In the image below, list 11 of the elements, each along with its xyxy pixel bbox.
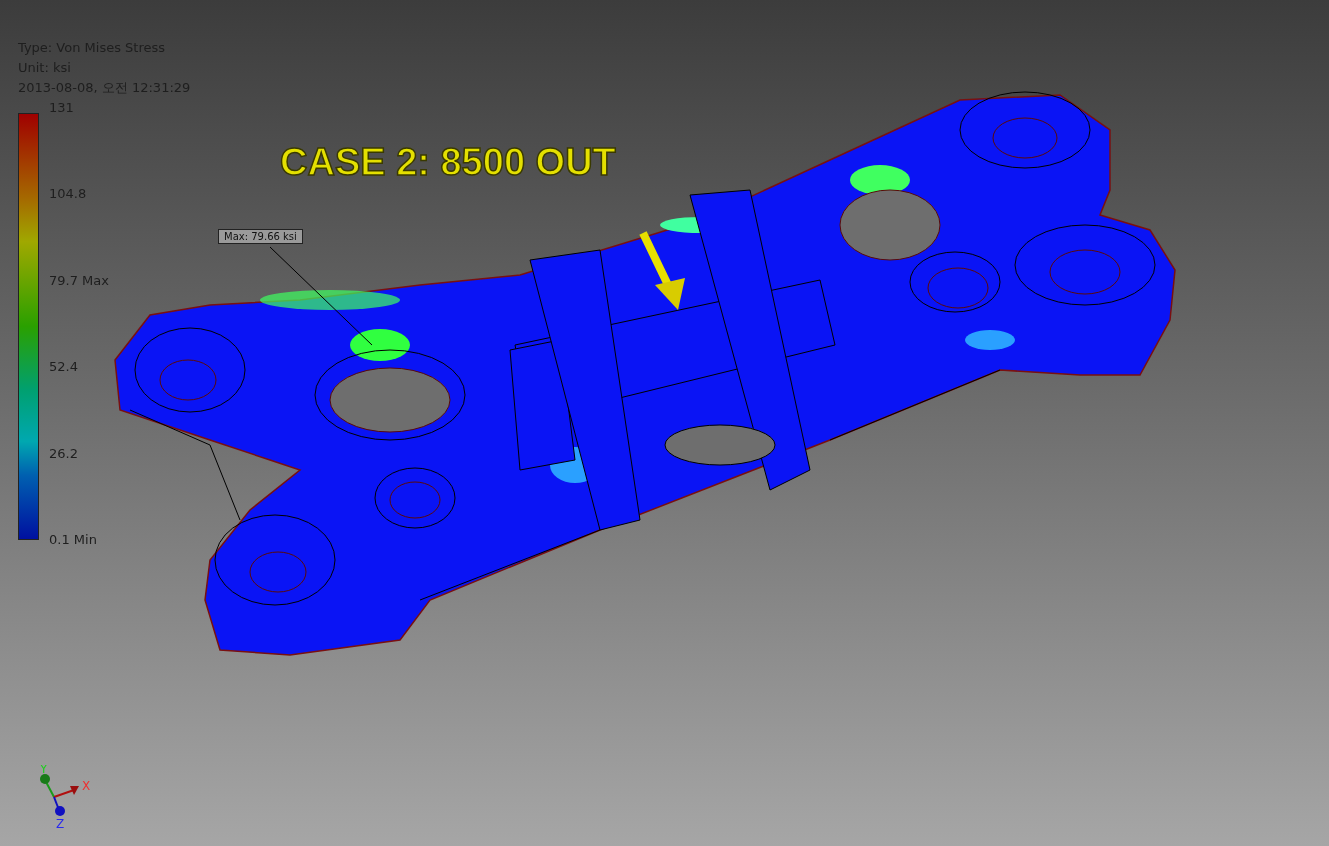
axis-label: X <box>82 779 91 793</box>
max-probe-label: Max: 79.66 ksi <box>218 229 303 244</box>
scale-label: 0.1 Min <box>49 531 98 548</box>
axis-triad-icon <box>40 774 79 816</box>
axis-label: Y <box>40 765 48 776</box>
scale-label: 79.7 Max <box>49 272 109 289</box>
load-case-title: CASE 2: 8500 OUT <box>280 141 616 184</box>
scale-label: 52.4 <box>49 359 79 376</box>
scale-label: 26.2 <box>49 445 79 462</box>
axis-label: Z <box>56 817 65 831</box>
load-arrow-icon <box>639 231 685 310</box>
